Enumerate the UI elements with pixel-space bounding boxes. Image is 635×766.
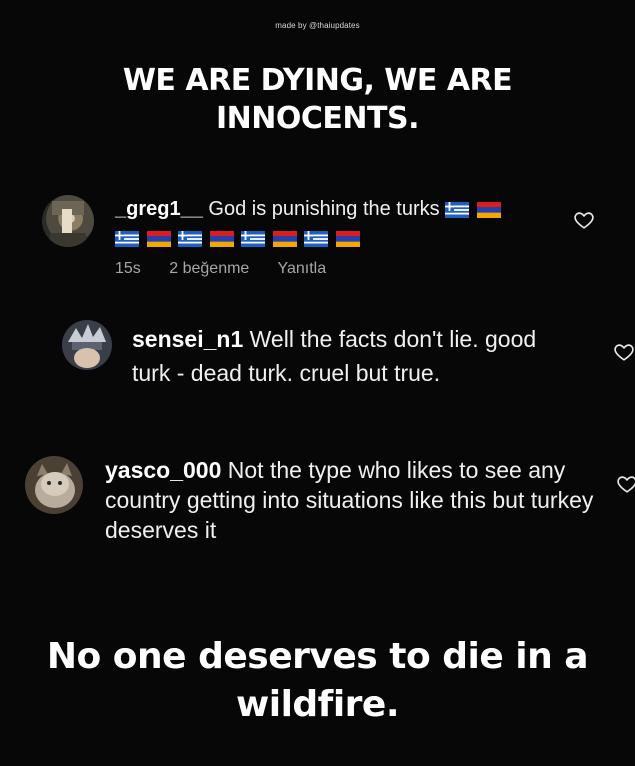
avatar[interactable] [25,456,83,514]
greece-flag-icon [115,231,139,248]
flag-row [445,196,503,224]
comment-text-block: sensei_n1 Well the facts don't lie. good… [132,322,542,390]
flag-row [115,224,362,252]
greece-flag-icon [178,231,203,248]
headline: WE ARE DYING, WE ARE INNOCENTS. [122,63,513,136]
avatar[interactable] [42,195,94,247]
reply-button[interactable]: Yanıtla [277,260,326,277]
comment-time: 15s [115,260,141,277]
greece-flag-icon [241,231,266,248]
comment-likes[interactable]: 2 beğenme [169,260,249,277]
armenia-flag-icon [476,202,501,219]
greece-flag-icon [445,202,470,219]
footer-caption: No one deserves to die in a wildfire. [46,636,589,725]
greece-flag-icon [304,231,329,248]
comment-text-block: yasco_000 Not the type who likes to see … [105,455,595,545]
heart-icon[interactable] [613,341,635,363]
comment-username[interactable]: sensei_n1 [132,326,243,352]
comment-text-block: _greg1__ God is punishing the turks [115,195,555,252]
comment-body: God is punishing the turks [208,198,440,220]
armenia-flag-icon [209,231,234,248]
credit-text: made by @thaiupdates [275,21,360,30]
comment-username[interactable]: _greg1__ [115,198,203,220]
comment-username[interactable]: yasco_000 [105,457,221,483]
comment-meta: 15s 2 beğenme Yanıtla [115,260,350,278]
armenia-flag-icon [335,231,360,248]
heart-icon[interactable] [616,473,635,495]
armenia-flag-icon [272,231,297,248]
heart-icon[interactable] [573,209,595,231]
avatar[interactable] [62,320,112,370]
armenia-flag-icon [146,231,171,248]
